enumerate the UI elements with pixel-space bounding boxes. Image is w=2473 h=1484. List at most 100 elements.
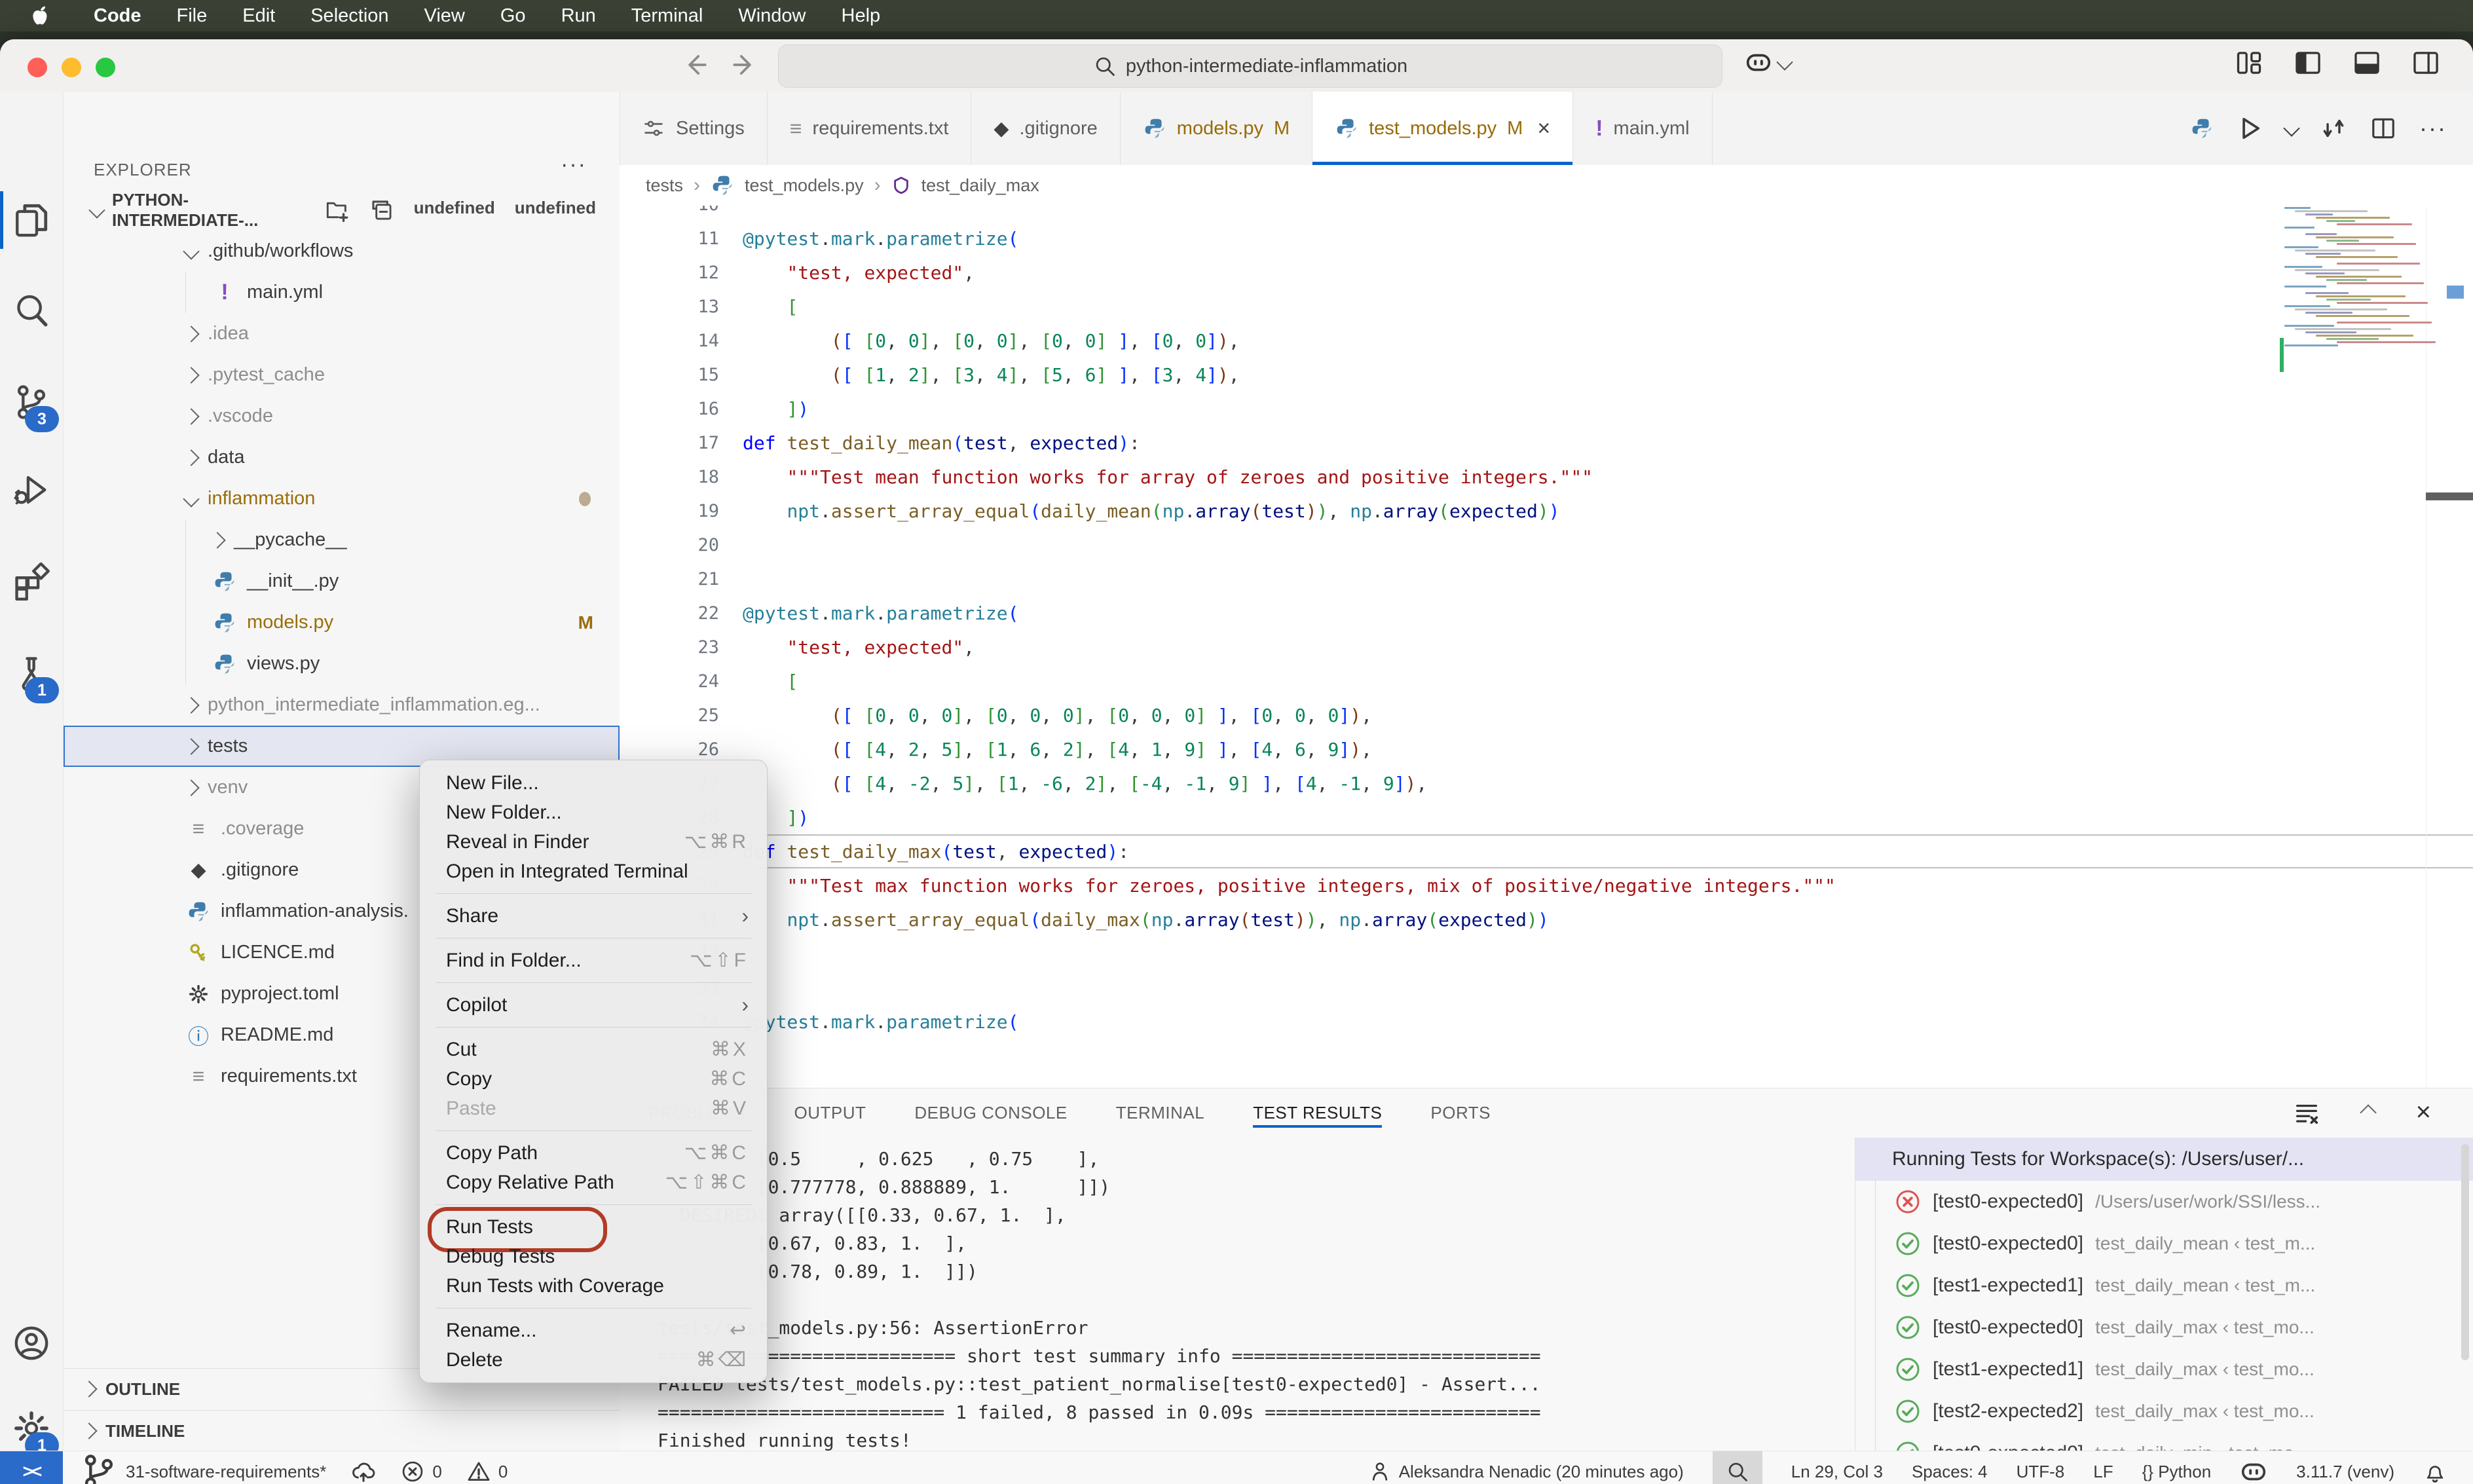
menubar-item-edit[interactable]: Edit	[225, 5, 293, 27]
code-line-12[interactable]: 12 "test, expected",	[620, 255, 2473, 289]
code-line-34[interactable]: 34@pytest.mark.parametrize(	[620, 1005, 2473, 1039]
test-result-pass[interactable]: [test1-expected1]test_daily_mean ‹ test_…	[1855, 1265, 2473, 1307]
menu-item-copy-path[interactable]: Copy Path⌥⌘C	[420, 1138, 767, 1168]
test-result-fail[interactable]: [test0-expected0]/Users/user/work/SSI/le…	[1855, 1181, 2473, 1223]
code-editor[interactable]: 1011@pytest.mark.parametrize(12 "test, e…	[620, 206, 2473, 1088]
status-item-spaces-4[interactable]: Spaces: 4	[1912, 1462, 1988, 1482]
menubar-item-selection[interactable]: Selection	[293, 5, 406, 27]
run-and-debug-icon[interactable]	[0, 453, 63, 527]
testing-icon[interactable]: 1	[0, 637, 63, 710]
tab--gitignore[interactable]: ◆.gitignore	[971, 92, 1120, 165]
search-icon[interactable]	[0, 274, 63, 347]
tab-models-py[interactable]: models.pyM	[1121, 92, 1312, 165]
tree-item--pycache-[interactable]: __pycache__	[64, 519, 620, 561]
close-window-button[interactable]	[28, 58, 47, 77]
close-panel-icon[interactable]: ×	[2416, 1099, 2431, 1126]
tree-item-python-intermediate-inflammation-eg-[interactable]: python_intermediate_inflammation.eg...	[64, 684, 620, 726]
clear-output-icon[interactable]	[2293, 1099, 2320, 1126]
panel-tab-debug-console[interactable]: DEBUG CONSOLE	[914, 1088, 1067, 1137]
apple-menu-icon[interactable]	[29, 5, 51, 27]
tree-item--init-py[interactable]: __init__.py	[64, 561, 620, 602]
panel-tab-ports[interactable]: PORTS	[1430, 1088, 1491, 1137]
menu-item-run-tests-with-coverage[interactable]: Run Tests with Coverage	[420, 1271, 767, 1301]
tests-scrollbar[interactable]	[2461, 1144, 2469, 1360]
refresh-icon[interactable]: undefined	[414, 198, 495, 223]
code-line-19[interactable]: 19 npt.assert_array_equal(daily_mean(np.…	[620, 494, 2473, 528]
code-line-15[interactable]: 15 ([ [1, 2], [3, 4], [5, 6] ], [3, 4]),	[620, 358, 2473, 392]
code-line-25[interactable]: 25 ([ [0, 0, 0], [0, 0, 0], [0, 0, 0] ],…	[620, 698, 2473, 732]
breadcrumb-item[interactable]: test_models.py	[745, 176, 864, 196]
minimap[interactable]	[2284, 207, 2426, 377]
test-result-pass[interactable]: [test2-expected2]test_daily_max ‹ test_m…	[1855, 1390, 2473, 1432]
code-line-23[interactable]: 23 "test, expected",	[620, 630, 2473, 664]
code-line-17[interactable]: 17def test_daily_mean(test, expected):	[620, 426, 2473, 460]
menu-item-delete[interactable]: Delete⌘⌫	[420, 1345, 767, 1375]
status-item--python[interactable]: {} Python	[2142, 1462, 2212, 1482]
tab-main-yml[interactable]: !main.yml	[1573, 92, 1712, 165]
status-item-3-11-7-venv-[interactable]: 3.11.7 (venv)	[2296, 1462, 2394, 1482]
tree-item--github-workflows[interactable]: .github/workflows	[64, 231, 620, 272]
status-item-person[interactable]: Aleksandra Nenadic (20 minutes ago)	[1369, 1460, 1684, 1483]
breadcrumb[interactable]: tests›test_models.py›test_daily_max	[620, 165, 2473, 206]
tree-item--vscode[interactable]: .vscode	[64, 396, 620, 437]
menubar-item-code[interactable]: Code	[76, 5, 159, 27]
menu-item-cut[interactable]: Cut⌘X	[420, 1035, 767, 1064]
explorer-icon[interactable]	[0, 183, 63, 257]
run-dropdown-icon[interactable]	[2283, 120, 2299, 136]
code-line-32[interactable]: 32	[620, 937, 2473, 971]
python-interpreter-icon[interactable]	[2190, 117, 2214, 140]
status-item-branch[interactable]: 31-software-requirements*	[80, 1453, 326, 1484]
new-folder-icon[interactable]	[369, 198, 394, 223]
tree-item-views-py[interactable]: views.py	[64, 643, 620, 684]
tree-item--pytest-cache[interactable]: .pytest_cache	[64, 354, 620, 396]
tab-test-models-py[interactable]: test_models.pyM×	[1312, 92, 1573, 165]
open-changes-icon[interactable]	[2320, 115, 2347, 142]
customize-layout-icon[interactable]	[2235, 48, 2263, 77]
project-root-row[interactable]: PYTHON-INTERMEDIATE-... undefined undefi…	[64, 190, 620, 231]
menu-item-share[interactable]: Share›	[420, 901, 767, 931]
code-line-31[interactable]: 31 npt.assert_array_equal(daily_max(np.a…	[620, 902, 2473, 937]
status-item-lf[interactable]: LF	[2093, 1462, 2113, 1482]
menu-item-copy-relative-path[interactable]: Copy Relative Path⌥⇧⌘C	[420, 1168, 767, 1197]
test-result-pass[interactable]: [test0-expected0]test_daily_mean ‹ test_…	[1855, 1223, 2473, 1265]
code-line-22[interactable]: 22@pytest.mark.parametrize(	[620, 596, 2473, 630]
code-line-33[interactable]: 33	[620, 971, 2473, 1005]
tree-item-models-py[interactable]: models.pyM	[64, 602, 620, 643]
remote-indicator[interactable]: ><	[0, 1451, 63, 1484]
menubar-item-terminal[interactable]: Terminal	[614, 5, 721, 27]
menubar-item-file[interactable]: File	[159, 5, 225, 27]
forward-icon[interactable]	[731, 51, 758, 79]
menu-item-rename[interactable]: Rename...↩	[420, 1316, 767, 1345]
menubar-item-view[interactable]: View	[407, 5, 483, 27]
toggle-panel-icon[interactable]	[2352, 48, 2381, 77]
accounts-icon[interactable]	[0, 1307, 63, 1380]
code-line-18[interactable]: 18 """Test mean function works for array…	[620, 460, 2473, 494]
tree-item-main-yml[interactable]: !main.yml	[64, 272, 620, 313]
zoom-window-button[interactable]	[96, 58, 115, 77]
chevron-up-icon[interactable]	[2360, 1104, 2376, 1121]
tree-item-data[interactable]: data	[64, 437, 620, 478]
source-control-icon[interactable]: 3	[0, 365, 63, 439]
new-file-icon[interactable]	[325, 198, 350, 223]
menu-item-open-in-integrated-terminal[interactable]: Open in Integrated Terminal	[420, 857, 767, 886]
code-line-29[interactable]: 29def test_daily_max(test, expected):	[620, 834, 2473, 868]
copilot-menu[interactable]	[1745, 48, 1791, 76]
minimize-window-button[interactable]	[62, 58, 81, 77]
explorer-more-icon[interactable]: ···	[561, 152, 587, 177]
status-item-copilot[interactable]	[2240, 1458, 2267, 1484]
panel-tab-terminal[interactable]: TERMINAL	[1116, 1088, 1204, 1137]
menu-item-new-file[interactable]: New File...	[420, 768, 767, 798]
menu-item-new-folder[interactable]: New Folder...	[420, 798, 767, 827]
status-item-bell[interactable]	[2423, 1460, 2447, 1483]
menubar-item-help[interactable]: Help	[824, 5, 899, 27]
run-python-file-icon[interactable]	[2236, 115, 2263, 142]
tree-item--idea[interactable]: .idea	[64, 313, 620, 354]
code-line-10[interactable]: 10	[620, 206, 2473, 221]
editor-scrollbar[interactable]	[2426, 207, 2473, 1088]
status-item-utf-8[interactable]: UTF-8	[2017, 1462, 2065, 1482]
scrollbar-thumb[interactable]	[2426, 492, 2473, 500]
back-icon[interactable]	[681, 51, 709, 79]
code-line-11[interactable]: 11@pytest.mark.parametrize(	[620, 221, 2473, 255]
tab-settings[interactable]: Settings	[620, 92, 768, 165]
status-item-cloud[interactable]	[351, 1459, 376, 1484]
